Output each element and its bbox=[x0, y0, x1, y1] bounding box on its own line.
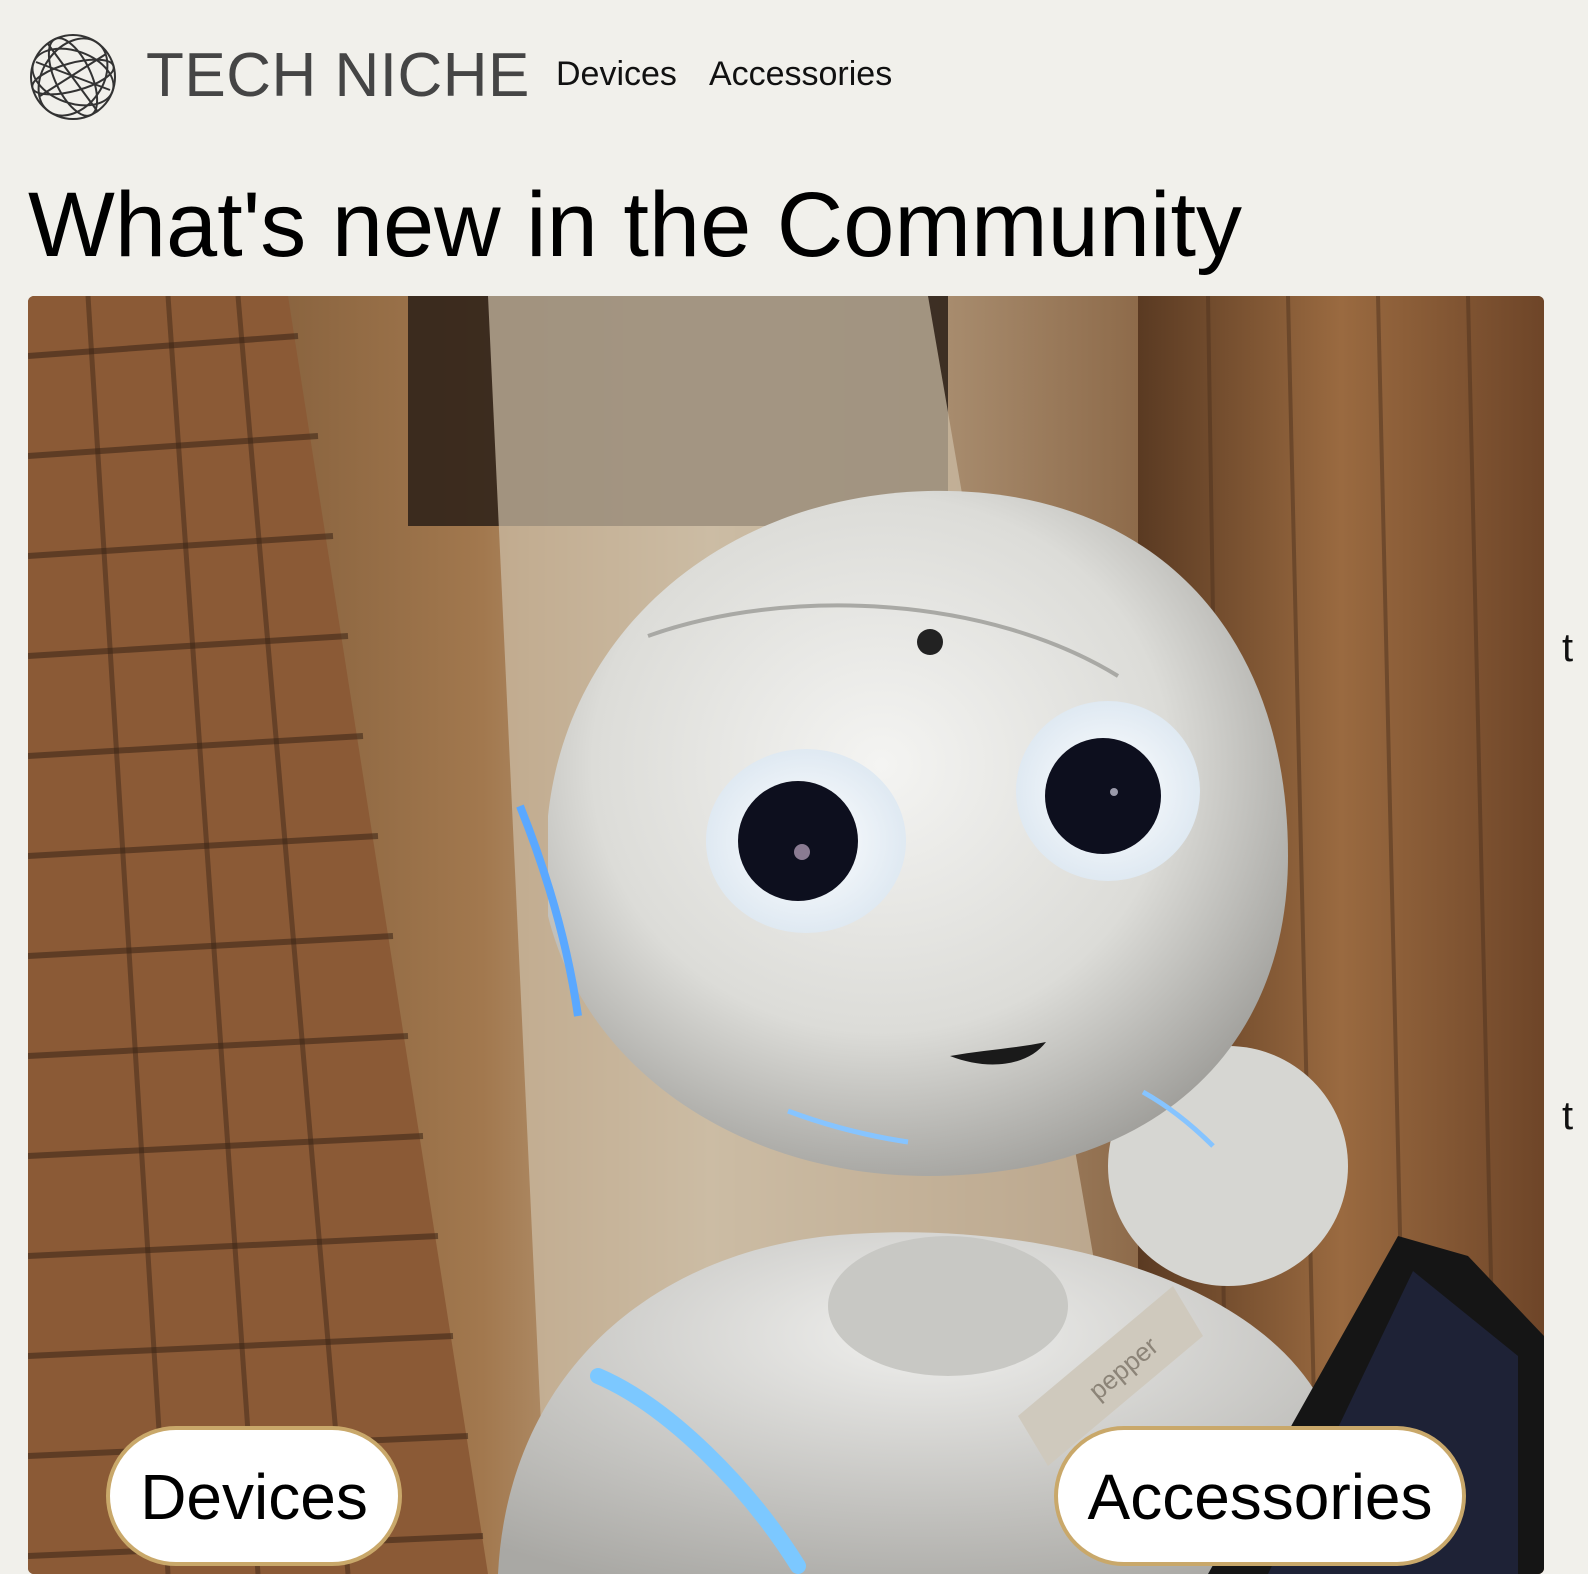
brand-name[interactable]: TECH NICHE bbox=[146, 40, 530, 112]
globe-wireframe-icon[interactable] bbox=[28, 32, 118, 122]
hero-image: pepper bbox=[28, 296, 1544, 1574]
category-devices-button[interactable]: Devices bbox=[106, 1426, 402, 1566]
nav-link-accessories[interactable]: Accessories bbox=[709, 52, 892, 96]
page-title: What's new in the Community bbox=[28, 174, 1243, 276]
offscreen-text-fragment: t bbox=[1562, 1094, 1574, 1138]
site-header: TECH NICHE Devices Accessories bbox=[0, 0, 1588, 152]
category-accessories-button[interactable]: Accessories bbox=[1054, 1426, 1466, 1566]
nav-link-devices[interactable]: Devices bbox=[556, 52, 677, 96]
robot-photo: pepper bbox=[28, 296, 1544, 1574]
offscreen-text-fragment: t bbox=[1562, 626, 1574, 670]
main-nav: Devices Accessories bbox=[556, 52, 892, 96]
